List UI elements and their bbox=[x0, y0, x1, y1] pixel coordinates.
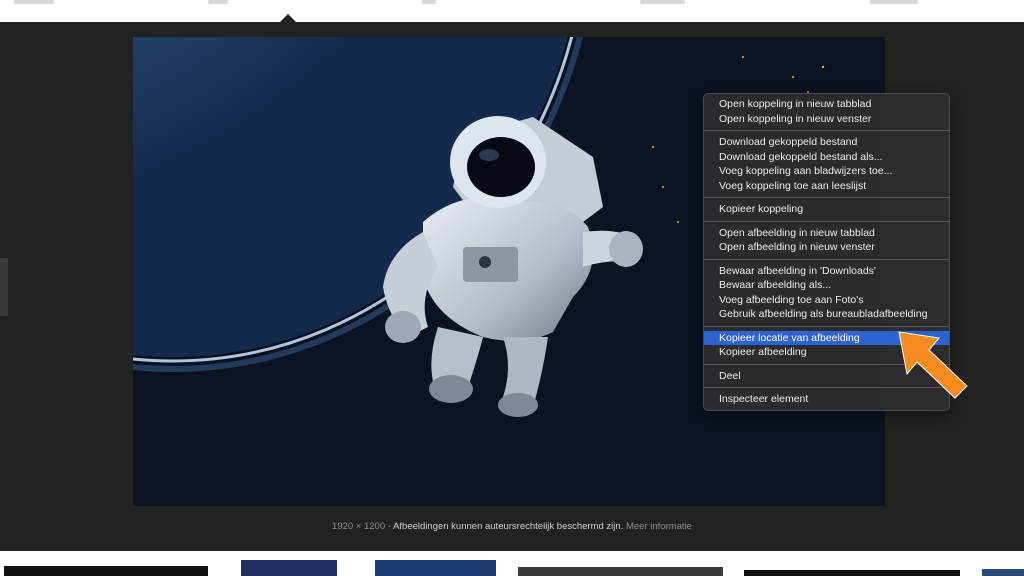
menu-item-download-linked-file[interactable]: Download gekoppeld bestand bbox=[704, 135, 949, 150]
menu-item-copy-link[interactable]: Kopieer koppeling bbox=[704, 202, 949, 217]
header-link-fragment[interactable] bbox=[14, 0, 54, 4]
related-image-thumbnail[interactable] bbox=[744, 570, 960, 576]
menu-item-open-link-new-tab[interactable]: Open koppeling in nieuw tabblad bbox=[704, 97, 949, 112]
header-link-fragment[interactable] bbox=[208, 0, 228, 4]
menu-item-save-image-downloads[interactable]: Bewaar afbeelding in 'Downloads' bbox=[704, 264, 949, 279]
pointer-arrow-icon bbox=[898, 331, 968, 399]
menu-item-save-image-as[interactable]: Bewaar afbeelding als... bbox=[704, 278, 949, 293]
menu-separator bbox=[704, 197, 949, 198]
related-image-thumbnail[interactable] bbox=[982, 569, 1024, 576]
menu-item-open-link-new-window[interactable]: Open koppeling in nieuw venster bbox=[704, 112, 949, 127]
header-link-fragment[interactable] bbox=[422, 0, 436, 4]
selected-result-pointer-icon bbox=[280, 14, 296, 22]
menu-item-download-linked-file-as[interactable]: Download gekoppeld bestand als... bbox=[704, 150, 949, 165]
menu-item-open-image-new-tab[interactable]: Open afbeelding in nieuw tabblad bbox=[704, 226, 949, 241]
menu-item-open-image-new-window[interactable]: Open afbeelding in nieuw venster bbox=[704, 240, 949, 255]
menu-separator bbox=[704, 130, 949, 131]
menu-item-use-image-desktop[interactable]: Gebruik afbeelding als bureaubladafbeeld… bbox=[704, 307, 949, 322]
header-link-fragment[interactable] bbox=[640, 0, 685, 4]
copyright-notice: Afbeeldingen kunnen auteursrechtelijk be… bbox=[393, 521, 624, 532]
menu-item-add-image-photos[interactable]: Voeg afbeelding toe aan Foto's bbox=[704, 293, 949, 308]
related-image-thumbnail[interactable] bbox=[241, 560, 337, 576]
header-link-fragment[interactable] bbox=[870, 0, 918, 4]
menu-item-add-link-reading-list[interactable]: Voeg koppeling toe aan leeslijst bbox=[704, 179, 949, 194]
menu-separator bbox=[704, 325, 949, 327]
image-dimensions: 1920 × 1200 bbox=[332, 521, 386, 532]
related-image-thumbnail[interactable] bbox=[375, 560, 496, 576]
results-header-strip bbox=[0, 0, 1024, 22]
related-image-thumbnail[interactable] bbox=[4, 566, 208, 576]
more-info-link[interactable]: Meer informatie bbox=[626, 521, 692, 532]
caption-separator: - bbox=[387, 521, 391, 532]
related-images-strip bbox=[0, 551, 1024, 576]
related-image-thumbnail[interactable] bbox=[518, 567, 723, 576]
menu-separator bbox=[704, 258, 949, 260]
menu-item-bookmark-link[interactable]: Voeg koppeling aan bladwijzers toe... bbox=[704, 164, 949, 179]
previous-image-handle[interactable] bbox=[0, 258, 8, 316]
menu-separator bbox=[704, 220, 949, 222]
image-caption: 1920 × 1200 - Afbeeldingen kunnen auteur… bbox=[0, 521, 1024, 532]
